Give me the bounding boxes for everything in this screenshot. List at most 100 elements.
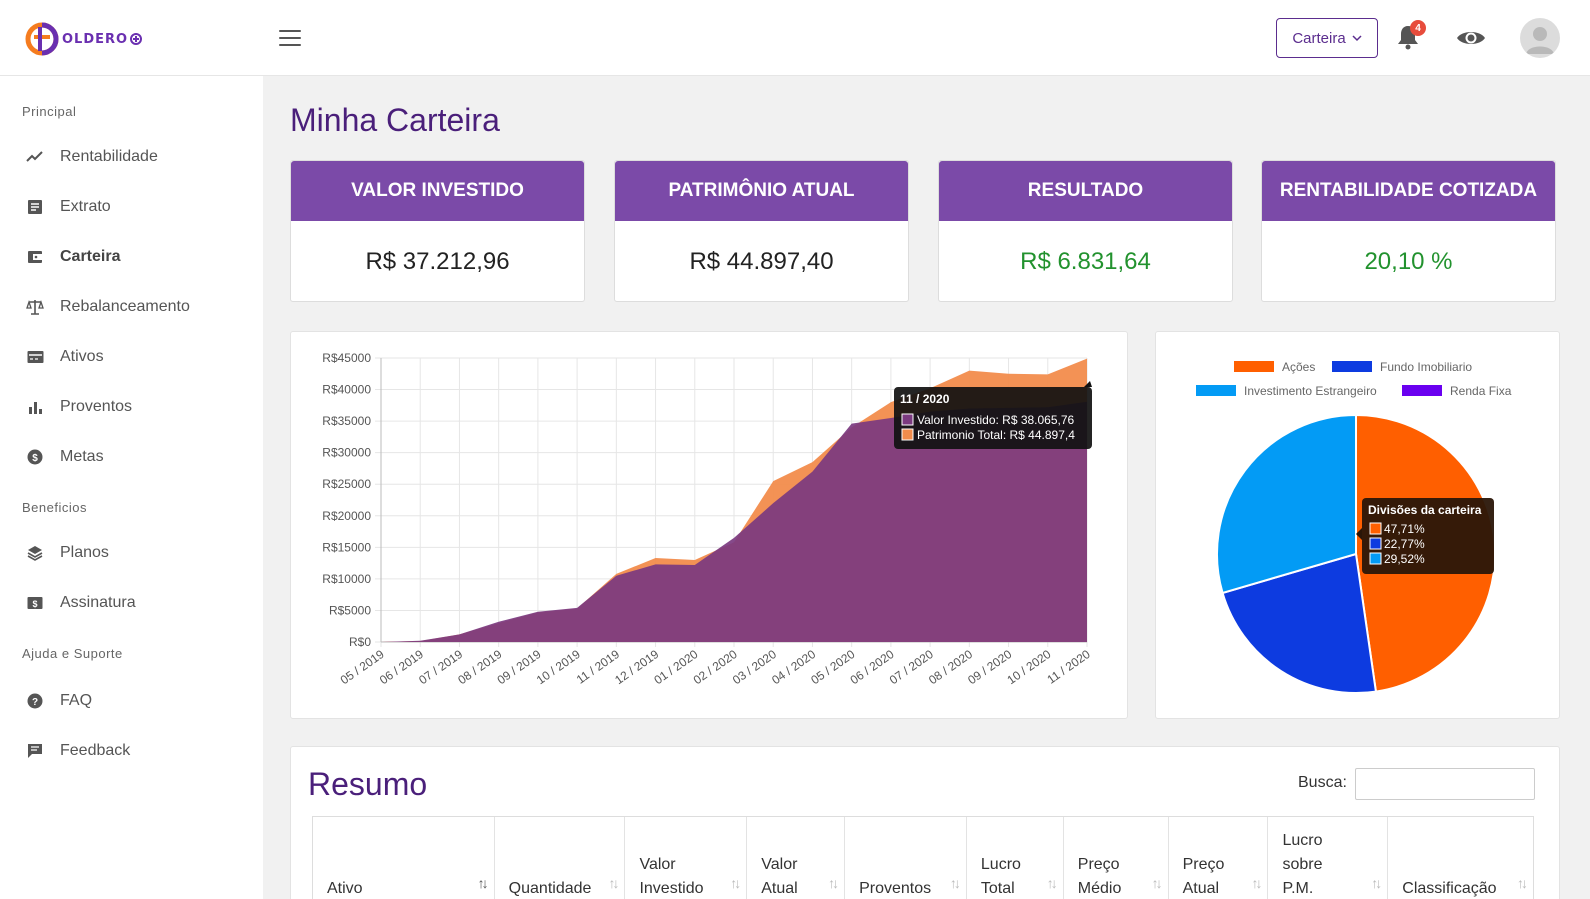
top-bar: OLDERO Carteira 4 (0, 0, 1590, 76)
column-header-ativo[interactable]: Ativo ↑↓ (313, 817, 495, 899)
tooltip-title: 11 / 2020 (900, 392, 950, 406)
user-avatar[interactable] (1520, 18, 1560, 58)
legend-swatch (1234, 361, 1274, 372)
sidebar-item-faq[interactable]: ? FAQ (26, 686, 92, 716)
column-header-classificacao[interactable]: Classificação ↑↓ (1388, 817, 1533, 899)
sidebar-item-planos[interactable]: Planos (26, 538, 109, 568)
column-header-label: Proventos (859, 880, 932, 897)
sidebar-item-metas[interactable]: $ Metas (26, 442, 104, 472)
y-tick-label: R$10000 (322, 572, 371, 586)
tooltip-swatch (1369, 537, 1382, 550)
sidebar-item-label: Proventos (60, 398, 133, 415)
sidebar-item-carteira[interactable]: Carteira (26, 242, 120, 272)
menu-toggle-icon[interactable] (279, 30, 301, 48)
column-header-lucro-pm[interactable]: Lucro sobre P.M. ↑↓ (1268, 817, 1389, 899)
x-tick-label: 10 / 2019 (534, 647, 583, 687)
sidebar-item-label: Assinatura (60, 594, 136, 611)
logo[interactable]: OLDERO (24, 18, 143, 60)
sidebar-item-label: Carteira (60, 248, 121, 265)
legend-label: Renda Fixa (1450, 384, 1512, 398)
svg-text:$: $ (32, 453, 38, 464)
legend-swatch (1332, 361, 1372, 372)
x-tick-label: 11 / 2020 (1044, 647, 1093, 687)
chart-tooltip: 11 / 2020 Valor Investido: R$ 38.065,76Pa… (894, 381, 1092, 449)
column-header-label: Lucro sobre P.M. (1282, 832, 1323, 897)
legend-label: Fundo Imobiliario (1380, 360, 1472, 374)
y-tick-label: R$35000 (322, 414, 371, 428)
card-value: R$ 6.831,64 (1020, 248, 1151, 275)
sidebar-item-rebalanceamento[interactable]: Rebalanceamento (26, 292, 190, 322)
wallet-dropdown-button[interactable]: Carteira (1276, 18, 1378, 58)
svg-text:?: ? (32, 697, 38, 708)
sidebar-item-ativos[interactable]: Ativos (26, 342, 104, 372)
sidebar-item-rentabilidade[interactable]: Rentabilidade (26, 142, 158, 172)
logo-plus-icon (130, 33, 143, 45)
tooltip-line: 29,52% (1384, 552, 1425, 566)
column-header-label: Ativo (327, 880, 363, 897)
trending-up-icon (26, 148, 44, 166)
y-tick-label: R$40000 (322, 383, 371, 397)
column-header-valor-atual[interactable]: Valor Atual ↑↓ (747, 817, 846, 899)
y-tick-label: R$45000 (322, 351, 371, 365)
search-label: Busca: (1298, 774, 1347, 791)
column-header-preco-atual[interactable]: Preço Atual ↑↓ (1169, 817, 1269, 899)
column-header-proventos[interactable]: Proventos ↑↓ (845, 817, 967, 899)
evolution-chart-panel: R$0 R$5000 R$10000 R$15000 R$20000 R$25000 R$3… (290, 331, 1128, 719)
sidebar-item-label: Feedback (60, 742, 131, 759)
column-header-label: Quantidade (508, 880, 592, 897)
sidebar-item-label: Rentabilidade (60, 148, 158, 165)
summary-card-invested: VALOR INVESTIDO R$ 37.212,96 (290, 160, 585, 302)
sort-icon: ↑↓ (608, 875, 619, 891)
sidebar-item-label: Extrato (60, 198, 111, 215)
receipt-icon (26, 198, 44, 216)
notifications-button[interactable]: 4 (1396, 20, 1426, 52)
column-header-valor-investido[interactable]: Valor Investido ↑↓ (625, 817, 748, 899)
tooltip-line: 47,71% (1384, 522, 1425, 536)
column-header-label: Lucro Total (980, 856, 1021, 897)
user-icon (1526, 27, 1554, 54)
tooltip-swatch (901, 413, 914, 426)
sidebar-item-extrato[interactable]: Extrato (26, 192, 111, 222)
eye-icon[interactable] (1456, 28, 1486, 48)
sidebar-item-label: FAQ (60, 692, 93, 709)
notification-badge: 4 (1410, 20, 1426, 36)
column-header-label: Valor Investido (639, 856, 704, 897)
column-header-lucro-total[interactable]: Lucro Total ↑↓ (967, 817, 1064, 899)
chevron-down-icon (1352, 35, 1362, 42)
sort-icon: ↑↓ (1151, 875, 1163, 891)
layers-icon (26, 544, 44, 562)
tooltip-swatch (1369, 552, 1382, 565)
column-header-quantidade[interactable]: Quantidade ↑↓ (495, 817, 626, 899)
tooltip-line: 22,77% (1384, 537, 1425, 551)
sidebar-item-assinatura[interactable]: $ Assinatura (26, 588, 136, 618)
column-header-label: Valor Atual (761, 856, 798, 897)
sort-icon: ↑↓ (949, 875, 961, 891)
sort-icon: ↑↓ (1371, 875, 1382, 891)
y-tick-label: R$5000 (329, 603, 371, 617)
pie-tooltip: Divisões da carteira 47,71%22,77%29,52% (1356, 498, 1494, 574)
allocation-pie-chart[interactable]: Ações Fundo ImobiliarioInvestimento Estra… (1156, 332, 1559, 718)
card-value: 20,10 % (1364, 248, 1453, 275)
card-title: PATRIMÔNIO ATUAL (615, 161, 908, 221)
column-header-label: Preço Médio (1077, 856, 1122, 897)
resumo-table-header: Ativo ↑↓ Quantidade ↑↓ Valor Investido ↑↓ V… (312, 816, 1534, 899)
column-header-preco-medio[interactable]: Preço Médio ↑↓ (1064, 817, 1169, 899)
tooltip-swatch (1369, 522, 1382, 535)
evolution-area-chart[interactable]: R$0 R$5000 R$10000 R$15000 R$20000 R$25000 R$3… (291, 332, 1127, 718)
y-tick-label: R$25000 (322, 477, 371, 491)
sort-icon: ↑↓ (730, 875, 741, 891)
sort-icon: ↑↓ (477, 875, 489, 891)
sidebar-item-feedback[interactable]: Feedback (26, 736, 130, 766)
x-tick-label: 10 / 2020 (1004, 647, 1053, 687)
sidebar-item-label: Metas (60, 448, 104, 465)
sort-icon: ↑↓ (1517, 875, 1528, 891)
search-input[interactable] (1355, 768, 1535, 800)
sidebar-item-proventos[interactable]: Proventos (26, 392, 132, 422)
sidebar-item-label: Planos (60, 544, 109, 561)
summary-card-patrimony: PATRIMÔNIO ATUAL R$ 44.897,40 (614, 160, 909, 302)
tooltip-line: Valor Investido: R$ 38.065,76 (917, 413, 1075, 427)
sidebar-section-principal: Principal (22, 104, 77, 119)
summary-card-result: RESULTADO R$ 6.831,64 (938, 160, 1233, 302)
legend-swatch (1196, 385, 1236, 396)
dollar-circle-icon: $ (26, 448, 44, 466)
